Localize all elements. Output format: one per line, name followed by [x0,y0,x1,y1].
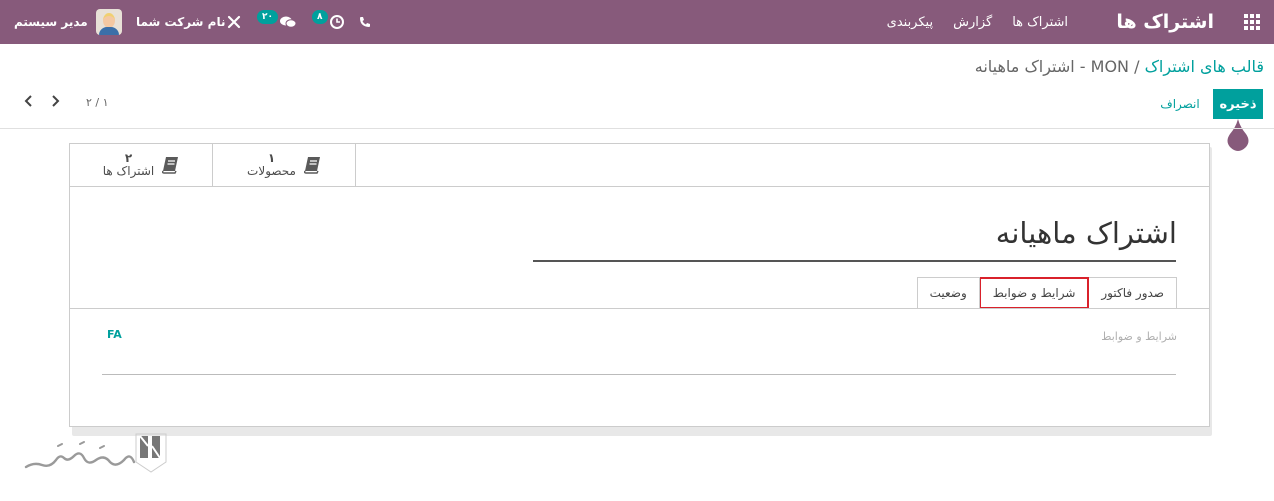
tab-terms-and-conditions[interactable]: شرایط و ضوابط [978,277,1090,309]
form-tabs: صدور فاکتور شرایط و ضوابط وضعیت [916,277,1177,309]
clock-icon [329,15,344,29]
form-sheet: ۲ اشتراک ها ۱ محصولات اشتراک ماهیانه صدو… [69,143,1210,427]
control-panel-divider [0,128,1274,129]
company-switcher[interactable]: نام شرکت شما [136,0,225,44]
smart-button-products[interactable]: ۱ محصولات [213,144,356,186]
discard-button[interactable]: انصراف [1152,89,1208,119]
terms-field-placeholder[interactable]: شرایط و ضوابط [1101,330,1177,343]
apps-menu-icon[interactable] [1242,0,1262,44]
smart-button-label: محصولات [247,164,296,178]
tab-invoicing[interactable]: صدور فاکتور [1088,277,1177,308]
chat-icon [280,16,296,28]
top-navbar: اشتراک ها اشتراک ها گزارش پیکربندی مدیر … [0,0,1274,44]
app-brand[interactable]: اشتراک ها [1116,0,1214,44]
user-menu[interactable]: مدیر سیستم [14,0,122,44]
book-icon [303,157,320,174]
record-title[interactable]: اشتراک ماهیانه [996,216,1177,250]
breadcrumb-parent[interactable]: قالب های اشتراک [1145,57,1264,76]
pager-value[interactable]: ۱ / ۲ [86,96,109,109]
drop-pointer-icon [1227,119,1249,151]
smart-button-box: ۲ اشتراک ها ۱ محصولات [70,144,356,187]
messages-menu[interactable]: ۲۰ [257,0,296,44]
pager-previous-icon[interactable] [24,93,34,112]
smart-button-text: ۲ اشتراک ها [103,152,155,178]
menu-item-configuration[interactable]: پیکربندی [887,15,933,30]
activities-menu[interactable]: ۸ [312,0,344,44]
company-name: نام شرکت شما [136,15,226,29]
pager-next-icon[interactable] [50,93,60,112]
main-menu: اشتراک ها گزارش پیکربندی [887,0,1068,44]
debug-tools-icon[interactable] [227,0,241,44]
smart-button-subscriptions[interactable]: ۲ اشتراک ها [70,144,213,186]
watermark-logo [24,433,167,473]
title-underline [533,260,1176,262]
tab-status[interactable]: وضعیت [916,277,980,308]
language-button[interactable]: FA [107,328,122,341]
menu-item-subscriptions[interactable]: اشتراک ها [1012,15,1068,30]
messages-badge: ۲۰ [257,10,278,24]
tab-divider [70,308,1209,309]
smart-box-divider [70,186,1209,187]
book-icon [162,157,179,174]
avatar [95,9,122,35]
breadcrumb: قالب های اشتراک / MON - اشتراک ماهیانه [975,57,1264,76]
activities-badge: ۸ [312,10,328,24]
phone-icon[interactable] [359,0,371,44]
user-name: مدیر سیستم [14,15,88,29]
save-button[interactable]: ذخیره [1213,89,1263,119]
terms-field-underline [102,374,1176,375]
smart-button-text: ۱ محصولات [247,152,296,178]
smart-button-label: اشتراک ها [102,164,155,178]
breadcrumb-current: MON - اشتراک ماهیانه [974,57,1130,76]
breadcrumb-separator: / [1134,57,1140,76]
menu-item-reporting[interactable]: گزارش [953,15,992,30]
